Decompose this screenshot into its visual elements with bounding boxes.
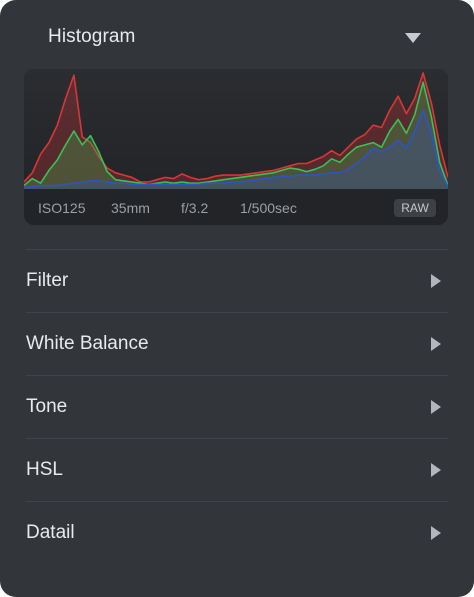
exif-focal-length: 35mm: [111, 200, 150, 216]
triangle-right-icon[interactable]: [430, 399, 442, 415]
section-tone[interactable]: Tone: [26, 375, 448, 438]
triangle-right-icon[interactable]: [430, 273, 442, 289]
section-divider: [26, 249, 448, 250]
section-filter[interactable]: Filter: [26, 249, 448, 312]
triangle-right-icon[interactable]: [430, 525, 442, 541]
exif-focal-unit: mm: [126, 200, 150, 216]
section-divider: [26, 312, 448, 313]
histogram-plot: [24, 69, 448, 191]
panel-header[interactable]: Histogram: [0, 16, 474, 60]
exif-aperture: f/3.2: [181, 200, 209, 216]
section-divider: [26, 501, 448, 502]
exif-shutter: 1/500sec: [240, 200, 297, 216]
section-white-balance[interactable]: White Balance: [26, 312, 448, 375]
histogram-chart: [24, 69, 448, 191]
section-label-tone: Tone: [26, 396, 68, 417]
histogram-panel: Histogram ISO125 35mm f/3.2 1/500sec RAW…: [0, 0, 474, 597]
triangle-right-icon[interactable]: [430, 462, 442, 478]
histogram-card: ISO125 35mm f/3.2 1/500sec RAW: [24, 69, 448, 225]
raw-format-badge: RAW: [394, 199, 436, 217]
panel-title: Histogram: [48, 26, 136, 47]
section-label-filter: Filter: [26, 270, 69, 291]
exif-focal-value: 35: [111, 200, 127, 216]
section-label-detail: Datail: [26, 522, 75, 543]
section-divider: [26, 375, 448, 376]
section-hsl[interactable]: HSL: [26, 438, 448, 501]
section-label-hsl: HSL: [26, 459, 63, 480]
triangle-right-icon[interactable]: [430, 336, 442, 352]
exif-info-row: ISO125 35mm f/3.2 1/500sec RAW: [24, 193, 448, 221]
triangle-down-icon[interactable]: [404, 32, 422, 44]
section-detail[interactable]: Datail: [26, 501, 448, 564]
section-label-white-balance: White Balance: [26, 333, 149, 354]
section-divider: [26, 438, 448, 439]
exif-iso: ISO125: [38, 200, 86, 216]
